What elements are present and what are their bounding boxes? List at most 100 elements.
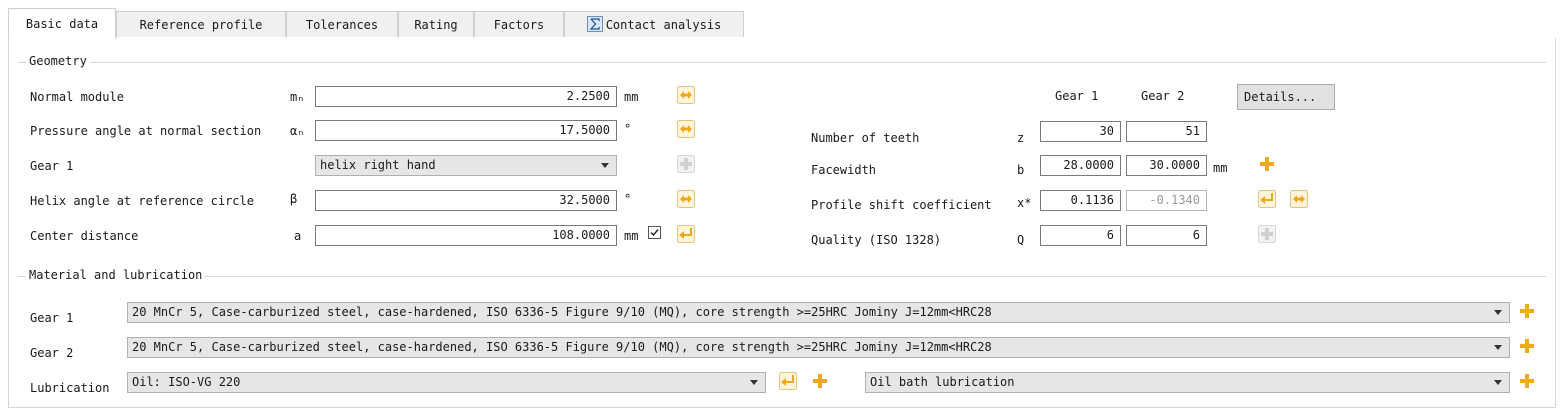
center-distance-symbol: a xyxy=(294,229,302,243)
facewidth-symbol: b xyxy=(1017,163,1025,177)
profile-shift-apply-button[interactable] xyxy=(1258,190,1276,208)
bottom-border xyxy=(8,407,1556,408)
helix-angle-symbol: β xyxy=(290,192,298,206)
return-arrow-icon xyxy=(779,372,797,390)
helix-angle-input[interactable]: 32.5000 xyxy=(315,190,617,211)
convert-pressure-angle-button[interactable] xyxy=(677,120,695,138)
geometry-legend: Geometry xyxy=(26,54,90,68)
profile-shift-gear2-input: -0.1340 xyxy=(1126,190,1207,211)
material-gear1-label: Gear 1 xyxy=(30,311,74,325)
facewidth-add-button[interactable] xyxy=(1258,155,1276,173)
return-arrow-icon xyxy=(1258,190,1276,208)
teeth-label: Number of teeth xyxy=(811,131,920,145)
facewidth-gear1-input[interactable]: 28.0000 xyxy=(1040,155,1121,176)
checkmark-icon xyxy=(650,229,659,237)
helix-direction-select[interactable]: helix right hand xyxy=(315,155,617,176)
material-group-border xyxy=(18,276,1546,277)
teeth-gear2-input[interactable]: 51 xyxy=(1126,121,1207,142)
center-distance-unit: mm xyxy=(624,229,639,243)
tab-reference-profile[interactable]: Reference profile xyxy=(116,11,286,37)
lubrication-type-select[interactable]: Oil bath lubrication xyxy=(865,372,1510,393)
material-gear2-value: 20 MnCr 5, Case-carburized steel, case-h… xyxy=(132,340,992,354)
facewidth-label: Facewidth xyxy=(811,163,877,177)
pressure-angle-symbol: αₙ xyxy=(290,124,305,138)
chevron-down-icon xyxy=(1494,345,1502,350)
quality-label: Quality (ISO 1328) xyxy=(811,233,942,247)
helix-angle-label: Helix angle at reference circle xyxy=(30,194,254,208)
tab-label: Rating xyxy=(414,18,458,32)
quality-add-button-disabled xyxy=(1258,225,1276,243)
chevron-down-icon xyxy=(750,380,758,385)
plus-icon xyxy=(1520,304,1534,318)
quality-symbol: Q xyxy=(1017,233,1025,247)
gear1-helix-label: Gear 1 xyxy=(30,159,74,173)
lubrication-label: Lubrication xyxy=(30,381,110,395)
helix-direction-value: helix right hand xyxy=(320,158,436,172)
lubricant-add-button[interactable] xyxy=(811,372,829,390)
double-arrow-icon xyxy=(677,86,695,104)
center-distance-input[interactable]: 108.0000 xyxy=(315,225,617,246)
tab-label: Reference profile xyxy=(139,18,263,32)
col-gear1-header: Gear 1 xyxy=(1055,89,1099,103)
material-legend: Material and lubrication xyxy=(26,268,206,282)
chevron-down-icon xyxy=(1494,380,1502,385)
teeth-symbol: z xyxy=(1017,131,1025,145)
double-arrow-icon xyxy=(677,120,695,138)
profile-shift-convert-button[interactable] xyxy=(1290,190,1308,208)
chevron-down-icon xyxy=(1494,310,1502,315)
geometry-panel xyxy=(8,38,1556,268)
chevron-down-icon xyxy=(601,163,609,168)
convert-helix-angle-button[interactable] xyxy=(677,190,695,208)
double-arrow-icon xyxy=(1290,190,1308,208)
material-gear1-select[interactable]: 20 MnCr 5, Case-carburized steel, case-h… xyxy=(127,302,1510,323)
convert-module-button[interactable] xyxy=(677,86,695,104)
normal-module-input[interactable]: 2.2500 xyxy=(315,86,617,107)
plus-icon xyxy=(1520,374,1534,388)
lubricant-apply-button[interactable] xyxy=(779,372,797,390)
plus-icon xyxy=(1260,157,1274,171)
center-distance-checkbox[interactable] xyxy=(648,226,661,239)
tab-label: Tolerances xyxy=(305,18,379,32)
tab-rating[interactable]: Rating xyxy=(398,11,474,37)
plus-icon xyxy=(813,374,827,388)
tab-contact-analysis[interactable]: Contact analysis xyxy=(564,11,744,37)
apply-center-distance-button[interactable] xyxy=(677,225,695,243)
details-button[interactable]: Details... xyxy=(1237,84,1335,110)
material-gear2-add-button[interactable] xyxy=(1518,337,1536,355)
material-gear1-value: 20 MnCr 5, Case-carburized steel, case-h… xyxy=(132,305,992,319)
tab-bar: Basic data Reference profile Tolerances … xyxy=(8,8,1556,39)
quality-gear1-input[interactable]: 6 xyxy=(1040,225,1121,246)
facewidth-unit: mm xyxy=(1213,161,1228,175)
plus-icon xyxy=(677,155,695,173)
profile-shift-label: Profile shift coefficient xyxy=(811,198,992,212)
tab-tolerances[interactable]: Tolerances xyxy=(286,11,398,37)
tab-factors[interactable]: Factors xyxy=(474,11,564,37)
profile-shift-gear1-input[interactable]: 0.1136 xyxy=(1040,190,1121,211)
tab-basic-data[interactable]: Basic data xyxy=(8,8,116,39)
tab-label: Contact analysis xyxy=(605,18,722,32)
pressure-angle-label: Pressure angle at normal section xyxy=(30,124,262,138)
center-distance-label: Center distance xyxy=(30,229,139,243)
plus-icon xyxy=(1258,225,1276,243)
lubricant-select[interactable]: Oil: ISO-VG 220 xyxy=(127,372,766,393)
facewidth-gear2-input[interactable]: 30.0000 xyxy=(1126,155,1207,176)
normal-module-symbol: mₙ xyxy=(290,90,305,104)
helix-add-button-disabled xyxy=(677,155,695,173)
material-gear2-label: Gear 2 xyxy=(30,346,74,360)
quality-gear2-input[interactable]: 6 xyxy=(1126,225,1207,246)
normal-module-label: Normal module xyxy=(30,90,124,104)
teeth-gear1-input[interactable]: 30 xyxy=(1040,121,1121,142)
material-gear1-add-button[interactable] xyxy=(1518,302,1536,320)
col-gear2-header: Gear 2 xyxy=(1141,89,1185,103)
double-arrow-icon xyxy=(677,190,695,208)
material-gear2-select[interactable]: 20 MnCr 5, Case-carburized steel, case-h… xyxy=(127,337,1510,358)
geometry-group-border xyxy=(18,62,1546,63)
sigma-icon xyxy=(586,15,603,32)
pressure-angle-input[interactable]: 17.5000 xyxy=(315,120,617,141)
lubrication-type-add-button[interactable] xyxy=(1518,372,1536,390)
lubricant-value: Oil: ISO-VG 220 xyxy=(132,375,241,389)
tab-label: Factors xyxy=(493,18,545,32)
profile-shift-symbol: x* xyxy=(1017,196,1032,210)
normal-module-unit: mm xyxy=(624,90,639,104)
plus-icon xyxy=(1520,339,1534,353)
